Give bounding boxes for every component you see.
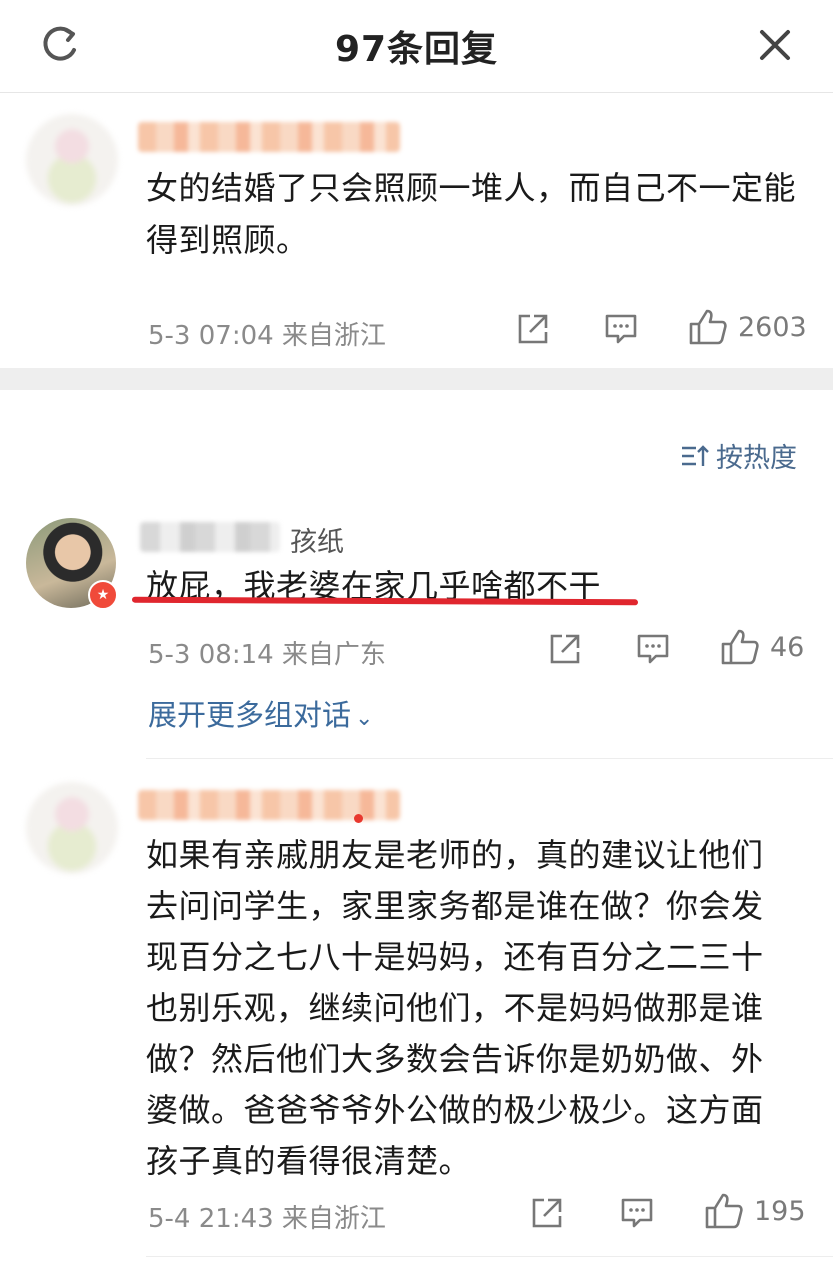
parent-comment: 女的结婚了只会照顾一堆人，而自己不一定能得到照顾。 5-3 07:04 来自浙江…	[0, 92, 833, 368]
reply-button[interactable]	[604, 312, 638, 346]
share-button[interactable]	[548, 632, 582, 666]
username-suffix[interactable]: 孩纸	[290, 520, 344, 559]
divider	[146, 1256, 833, 1257]
share-icon	[532, 1198, 562, 1228]
avatar[interactable]	[26, 782, 118, 874]
notification-dot	[354, 814, 363, 823]
username-blurred[interactable]	[138, 122, 400, 152]
share-icon	[550, 634, 580, 664]
reply-header: 97条回复	[0, 0, 833, 93]
like-button[interactable]: 46	[720, 628, 804, 666]
page-title: 97条回复	[334, 29, 499, 70]
comment-text: 女的结婚了只会照顾一堆人，而自己不一定能得到照顾。	[146, 169, 797, 259]
like-count: 46	[770, 631, 805, 663]
expand-conversation-link[interactable]: 展开更多组对话 ⌄	[148, 692, 373, 734]
comment-icon	[637, 634, 669, 664]
thumbs-up-icon	[705, 1193, 743, 1229]
thumbs-up-icon	[721, 629, 759, 665]
share-icon	[518, 314, 548, 344]
comment-meta: 5-3 07:04 来自浙江	[148, 321, 386, 351]
sort-icon	[682, 444, 709, 466]
thumbs-up-icon	[689, 309, 727, 345]
reply-comment: 孩纸	[0, 500, 833, 750]
chevron-down-icon: ⌄	[355, 706, 374, 731]
like-button[interactable]: 2603	[688, 308, 807, 346]
like-count: 2603	[738, 311, 807, 343]
share-button[interactable]	[530, 1196, 564, 1230]
reply-button[interactable]	[636, 632, 670, 666]
like-count: 195	[754, 1195, 806, 1227]
close-icon[interactable]	[752, 22, 798, 68]
username-blurred[interactable]	[140, 522, 280, 552]
section-divider	[0, 368, 833, 390]
sort-label: 按热度	[716, 443, 797, 474]
share-button[interactable]	[516, 312, 550, 346]
reply-button[interactable]	[620, 1196, 654, 1230]
comment-meta: 5-3 08:14 来自广东	[148, 640, 386, 670]
comment-icon	[621, 1198, 653, 1228]
expand-label: 展开更多组对话	[148, 698, 352, 732]
sort-by-hot-button[interactable]: 按热度	[680, 436, 797, 475]
comment-meta: 5-4 21:43 来自浙江	[148, 1204, 386, 1234]
divider	[146, 758, 833, 759]
comment-icon	[605, 314, 637, 344]
like-button[interactable]: 195	[704, 1192, 806, 1230]
avatar[interactable]	[26, 114, 118, 206]
verified-badge-icon: ★	[88, 580, 118, 610]
comment-text: 如果有亲戚朋友是老师的，真的建议让他们去问问学生，家里家务都是谁在做？你会发现百…	[146, 836, 764, 1180]
